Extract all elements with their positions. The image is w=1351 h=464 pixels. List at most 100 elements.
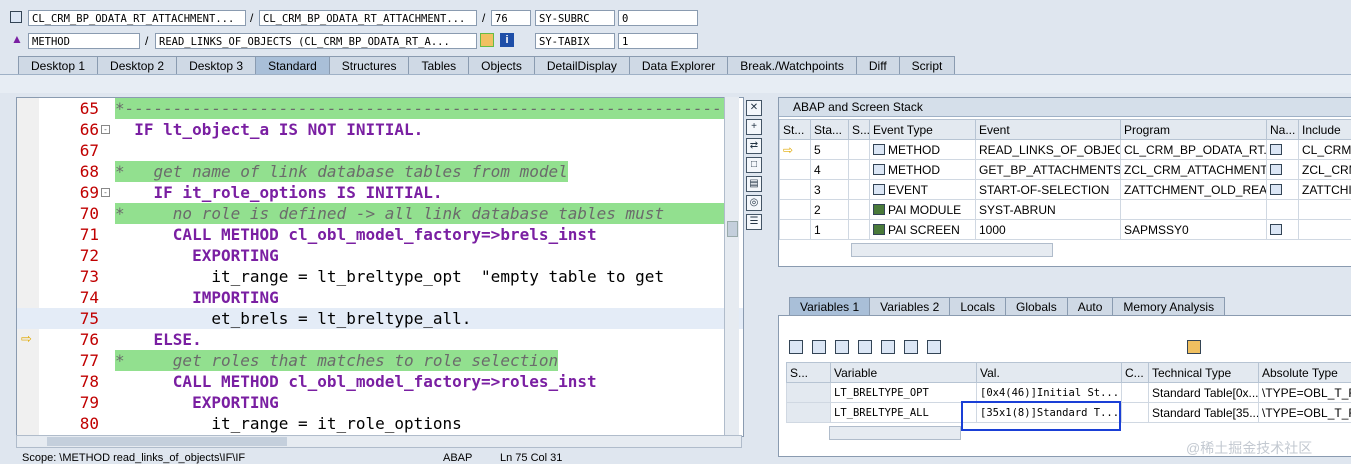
navigate-icon[interactable] <box>1270 183 1282 195</box>
paste-icon[interactable] <box>858 340 872 354</box>
col-header[interactable]: S... <box>786 362 831 383</box>
navigate-icon[interactable] <box>904 340 918 354</box>
col-header[interactable]: C... <box>1121 362 1149 383</box>
sysvar-name-2[interactable]: SY-TABIX <box>535 33 615 49</box>
code-editor[interactable]: 65 *-------------------------------------… <box>16 97 744 437</box>
tab-data-explorer[interactable]: Data Explorer <box>628 56 729 74</box>
tab-globals[interactable]: Globals <box>1005 297 1068 315</box>
row-selector[interactable] <box>786 402 831 423</box>
line-number: 80 <box>79 414 99 433</box>
tab-variables-1[interactable]: Variables 1 <box>789 297 871 315</box>
close-icon[interactable]: ✕ <box>746 100 762 116</box>
display-icon[interactable] <box>480 33 494 47</box>
new-tool-icon[interactable]: + <box>746 119 762 135</box>
absolute-type: \TYPE=OBL_T_R <box>1258 402 1351 423</box>
layout-icon[interactable]: ▤ <box>746 176 762 192</box>
col-header[interactable]: Variable <box>830 362 977 383</box>
services-icon[interactable]: ☰ <box>746 214 762 230</box>
tab-variables-2[interactable]: Variables 2 <box>869 297 951 315</box>
tab-objects[interactable]: Objects <box>468 56 535 74</box>
editor-vertical-scrollbar[interactable] <box>724 97 739 435</box>
table-row[interactable]: LT_BRELTYPE_OPT [0x4(46)]Initial St... S… <box>786 382 1351 403</box>
line-field[interactable]: 76 <box>491 10 531 26</box>
col-header[interactable]: Absolute Type <box>1258 362 1351 383</box>
col-header[interactable]: Sta... <box>810 119 849 140</box>
editor-horizontal-scrollbar[interactable] <box>16 435 742 448</box>
method-name-field[interactable]: READ_LINKS_OF_OBJECTS (CL_CRM_BP_ODATA_R… <box>155 33 477 49</box>
delete-icon[interactable] <box>789 340 803 354</box>
col-header[interactable]: Event <box>975 119 1121 140</box>
tool-icon[interactable] <box>927 340 941 354</box>
fold-toggle-icon[interactable]: - <box>101 188 110 197</box>
variable-value[interactable]: [0x4(46)]Initial St... <box>976 382 1122 403</box>
table-row[interactable]: ⇨ 5 METHOD READ_LINKS_OF_OBJEC... CL_CRM… <box>779 139 1351 160</box>
fold-toggle-icon[interactable]: - <box>101 125 110 134</box>
hierarchy-icon[interactable] <box>881 340 895 354</box>
copy-icon[interactable] <box>835 340 849 354</box>
variable-name[interactable]: LT_BRELTYPE_OPT <box>830 382 977 403</box>
col-header[interactable]: Val. <box>976 362 1122 383</box>
tab-script[interactable]: Script <box>898 56 956 74</box>
table-row[interactable]: 2 PAI MODULE SYST-ABRUN <box>779 199 1351 220</box>
code-line: 79 EXPORTING <box>17 392 743 413</box>
type-field[interactable]: METHOD <box>28 33 140 49</box>
sysvar-value-2[interactable]: 1 <box>618 33 698 49</box>
pai-screen-icon <box>873 223 885 235</box>
tab-memory-analysis[interactable]: Memory Analysis <box>1112 297 1226 315</box>
class-field-2[interactable]: CL_CRM_BP_ODATA_RT_ATTACHMENT... <box>259 10 477 26</box>
table-row[interactable]: 3 EVENT START-OF-SELECTION ZATTCHMENT_OL… <box>779 179 1351 200</box>
tab-desktop-1[interactable]: Desktop 1 <box>18 56 99 74</box>
tab-breakpoints[interactable]: Break./Watchpoints <box>727 56 857 74</box>
table-row[interactable]: 4 METHOD GET_BP_ATTACHMENTS ZCL_CRM_ATTA… <box>779 159 1351 180</box>
event-type: METHOD <box>888 142 940 157</box>
col-header[interactable]: Technical Type <box>1148 362 1259 383</box>
sysvar-name-1[interactable]: SY-SUBRC <box>535 10 615 26</box>
tab-locals[interactable]: Locals <box>949 297 1006 315</box>
navigate-icon[interactable] <box>1270 163 1282 175</box>
save-icon[interactable] <box>1187 340 1201 354</box>
navigate-icon-cell[interactable] <box>1266 219 1299 240</box>
navigate-icon[interactable] <box>1270 143 1282 155</box>
tab-structures[interactable]: Structures <box>328 56 410 74</box>
headset-icon[interactable]: ◎ <box>746 195 762 211</box>
row-selector[interactable] <box>786 382 831 403</box>
col-header[interactable]: S... <box>848 119 870 140</box>
col-header[interactable]: Include <box>1298 119 1351 140</box>
navigate-icon[interactable] <box>1270 223 1282 235</box>
col-header[interactable]: Na... <box>1266 119 1299 140</box>
insert-icon[interactable] <box>812 340 826 354</box>
line-number: 75 <box>79 309 99 328</box>
stack-horizontal-scrollbar[interactable] <box>851 243 1053 257</box>
tab-diff[interactable]: Diff <box>855 56 900 74</box>
tab-standard[interactable]: Standard <box>255 56 330 74</box>
variable-name[interactable]: LT_BRELTYPE_ALL <box>830 402 977 423</box>
code-text: ELSE. <box>115 330 202 349</box>
tab-auto[interactable]: Auto <box>1066 297 1114 315</box>
event[interactable]: GET_BP_ATTACHMENTS <box>975 159 1121 180</box>
variables-horizontal-scrollbar[interactable] <box>829 426 961 440</box>
navigate-icon-cell[interactable] <box>1266 179 1299 200</box>
event[interactable]: SYST-ABRUN <box>975 199 1121 220</box>
navigate-icon-cell[interactable] <box>1266 159 1299 180</box>
info-icon[interactable]: i <box>500 33 514 47</box>
table-row[interactable]: 1 PAI SCREEN 1000 SAPMSSY0 <box>779 219 1351 240</box>
swap-icon[interactable]: ⇄ <box>746 138 762 154</box>
sysvar-value-1[interactable]: 0 <box>618 10 698 26</box>
tab-detaildisplay[interactable]: DetailDisplay <box>533 56 630 74</box>
col-header[interactable]: Program <box>1120 119 1267 140</box>
code-text: * get name of link database tables from … <box>115 161 568 182</box>
col-header[interactable]: St... <box>779 119 811 140</box>
tab-desktop-2[interactable]: Desktop 2 <box>97 56 178 74</box>
event[interactable]: START-OF-SELECTION <box>975 179 1121 200</box>
tab-desktop-3[interactable]: Desktop 3 <box>176 56 257 74</box>
event[interactable]: READ_LINKS_OF_OBJEC... <box>975 139 1121 160</box>
code-text: * no role is defined -> all link databas… <box>115 203 725 224</box>
maximize-icon[interactable]: □ <box>746 157 762 173</box>
event[interactable]: 1000 <box>975 219 1121 240</box>
line-number: 69 <box>79 183 99 202</box>
class-field-1[interactable]: CL_CRM_BP_ODATA_RT_ATTACHMENT... <box>28 10 246 26</box>
tab-tables[interactable]: Tables <box>408 56 470 74</box>
cell <box>779 159 811 180</box>
col-header[interactable]: Event Type <box>869 119 976 140</box>
navigate-icon-cell[interactable] <box>1266 139 1299 160</box>
